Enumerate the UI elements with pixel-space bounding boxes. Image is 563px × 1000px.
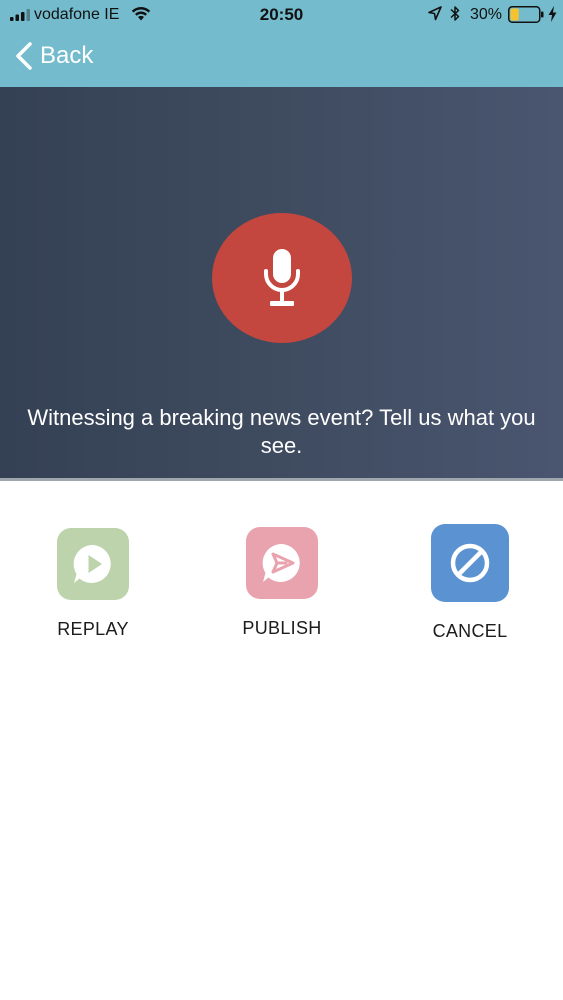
replay-tile <box>57 528 129 600</box>
publish-button[interactable]: PUBLISH <box>212 527 352 639</box>
cancel-button[interactable]: CANCEL <box>400 524 540 642</box>
record-button[interactable] <box>212 213 352 343</box>
chevron-left-icon <box>16 42 32 70</box>
publish-tile <box>246 527 318 599</box>
back-button[interactable]: Back <box>14 40 93 72</box>
cancel-icon <box>450 543 490 583</box>
location-icon <box>428 6 442 21</box>
status-bar: vodafone IE 20:50 30% <box>0 0 563 30</box>
microphone-icon <box>264 249 300 306</box>
replay-label: REPLAY <box>57 619 129 639</box>
charging-icon <box>548 6 557 22</box>
back-label: Back <box>40 42 94 69</box>
battery-icon <box>508 6 544 23</box>
top-header: vodafone IE 20:50 30% Back <box>0 0 563 87</box>
cancel-label: CANCEL <box>432 621 508 641</box>
divider <box>0 478 563 481</box>
publish-label: PUBLISH <box>242 618 322 638</box>
recorder-prompt: Witnessing a breaking news event? Tell u… <box>27 405 536 458</box>
recorder-panel: Witnessing a breaking news event? Tell u… <box>0 87 563 478</box>
cancel-tile <box>431 524 509 602</box>
publish-icon <box>262 543 300 582</box>
replay-icon <box>73 544 111 583</box>
replay-button[interactable]: REPLAY <box>23 528 163 640</box>
battery-percent: 30% <box>470 6 503 23</box>
bluetooth-icon <box>450 6 460 21</box>
